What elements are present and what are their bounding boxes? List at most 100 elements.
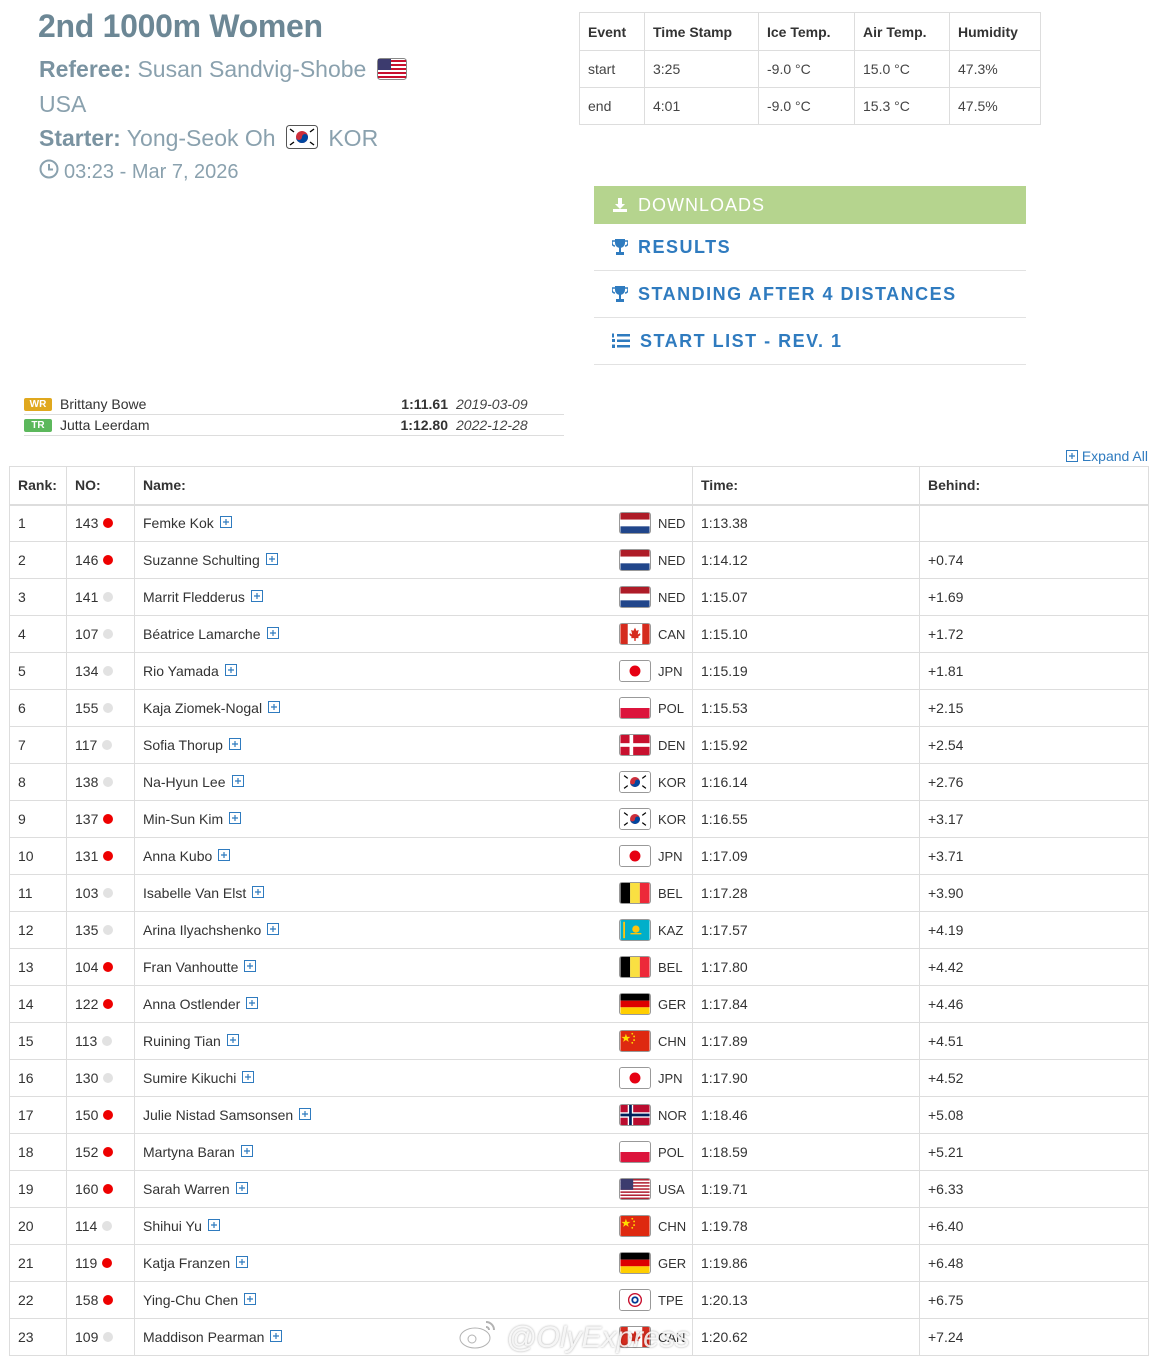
expand-plus-icon[interactable]	[218, 848, 231, 864]
skater-name[interactable]: Ruining Tian	[143, 1033, 221, 1049]
nation-code: KAZ	[658, 922, 684, 938]
skater-name[interactable]: Rio Yamada	[143, 663, 219, 679]
skater-name[interactable]: Suzanne Schulting	[143, 552, 260, 568]
expand-plus-icon[interactable]	[252, 885, 265, 901]
nation-code: DEN	[658, 737, 686, 753]
skater-name[interactable]: Béatrice Lamarche	[143, 626, 261, 642]
expand-plus-icon[interactable]	[265, 552, 278, 568]
expand-plus-icon[interactable]	[229, 811, 242, 827]
conditions-cell: -9.0 °C	[758, 50, 855, 88]
number-cell: 150	[66, 1096, 135, 1134]
name-cell: Anna Kubo JPN	[134, 837, 693, 875]
expand-plus-icon[interactable]	[266, 626, 279, 642]
behind-header: Behind:	[919, 466, 1149, 506]
rank-cell: 23	[9, 1318, 67, 1356]
skater-name[interactable]: Marrit Fledderus	[143, 589, 245, 605]
number-cell: 143	[66, 504, 135, 542]
skater-name[interactable]: Na-Hyun Lee	[143, 774, 226, 790]
expand-plus-icon[interactable]	[228, 737, 241, 753]
expand-plus-icon[interactable]	[244, 959, 257, 975]
rank-cell: 1	[9, 504, 67, 542]
expand-plus-icon[interactable]	[267, 922, 280, 938]
standing-link[interactable]: STANDING AFTER 4 DISTANCES	[594, 271, 1026, 318]
bib-number: 122	[75, 996, 99, 1012]
skater-name[interactable]: Isabelle Van Elst	[143, 885, 246, 901]
result-row: 12 135 Arina Ilyachshenko KAZ 1:17.57 +4.19	[9, 911, 1149, 949]
skater-name[interactable]: Shihui Yu	[143, 1218, 202, 1234]
ordered-list-icon	[612, 333, 630, 348]
behind-cell: +5.21	[919, 1133, 1149, 1171]
expand-plus-icon[interactable]	[244, 1292, 257, 1308]
expand-plus-icon[interactable]	[231, 774, 244, 790]
expand-plus-icon[interactable]	[236, 1255, 249, 1271]
time-cell: 1:19.86	[692, 1244, 920, 1282]
downloads-link[interactable]: DOWNLOADS	[594, 186, 1026, 224]
skater-name[interactable]: Min-Sun Kim	[143, 811, 223, 827]
start-list-link[interactable]: START LIST - REV. 1	[594, 318, 1026, 365]
expand-plus-icon[interactable]	[270, 1329, 283, 1345]
clock-icon	[39, 159, 59, 185]
no-header: NO:	[66, 466, 135, 506]
expand-plus-icon[interactable]	[207, 1218, 220, 1234]
name-cell: Ruining Tian CHN	[134, 1022, 693, 1060]
skater-name[interactable]: Femke Kok	[143, 515, 214, 531]
red-lane-dot-icon	[103, 1147, 114, 1157]
name-cell: Shihui Yu CHN	[134, 1207, 693, 1245]
expand-plus-icon[interactable]	[240, 1144, 253, 1160]
expand-all-link[interactable]: Expand All	[1065, 448, 1148, 464]
pol-flag-icon	[619, 1141, 651, 1163]
time-cell: 1:15.10	[692, 615, 920, 653]
result-row: 21 119 Katja Franzen GER 1:19.86 +6.48	[9, 1244, 1149, 1282]
skater-name[interactable]: Arina Ilyachshenko	[143, 922, 261, 938]
time-cell: 1:17.89	[692, 1022, 920, 1060]
bib-number: 155	[75, 700, 99, 716]
expand-plus-icon[interactable]	[226, 1033, 239, 1049]
nation-code: KOR	[658, 811, 687, 827]
chn-flag-icon	[619, 1030, 651, 1052]
expand-plus-icon[interactable]	[268, 700, 281, 716]
conditions-header: Time Stamp	[644, 12, 759, 51]
number-cell: 107	[66, 615, 135, 653]
starter-label: Starter:	[39, 125, 121, 151]
skater-name[interactable]: Martyna Baran	[143, 1144, 235, 1160]
nation-code: NED	[658, 515, 686, 531]
skater-name[interactable]: Kaja Ziomek-Nogal	[143, 700, 262, 716]
skater-name[interactable]: Julie Nistad Samsonsen	[143, 1107, 293, 1123]
watermark-text: @OlyExpress	[506, 1321, 690, 1354]
expand-plus-icon[interactable]	[250, 589, 263, 605]
number-cell: 137	[66, 800, 135, 838]
skater-name[interactable]: Sumire Kikuchi	[143, 1070, 236, 1086]
expand-plus-icon[interactable]	[224, 663, 237, 679]
skater-name[interactable]: Anna Ostlender	[143, 996, 240, 1012]
skater-name[interactable]: Ying-Chu Chen	[143, 1292, 238, 1308]
results-link[interactable]: RESULTS	[594, 224, 1026, 271]
behind-cell: +4.52	[919, 1059, 1149, 1097]
watermark: @OlyExpress	[458, 1318, 690, 1358]
document-links: DOWNLOADS RESULTS STANDING AFTER 4 DISTA…	[594, 186, 1026, 365]
expand-plus-icon[interactable]	[242, 1070, 255, 1086]
result-row: 1 143 Femke Kok NED 1:13.38	[9, 504, 1149, 542]
skater-name[interactable]: Anna Kubo	[143, 848, 212, 864]
name-cell: Anna Ostlender GER	[134, 985, 693, 1023]
expand-plus-icon[interactable]	[235, 1181, 248, 1197]
skater-name[interactable]: Sarah Warren	[143, 1181, 230, 1197]
name-cell: Fran Vanhoutte BEL	[134, 948, 693, 986]
rank-cell: 21	[9, 1244, 67, 1282]
nation-code: POL	[658, 1144, 685, 1160]
skater-name[interactable]: Katja Franzen	[143, 1255, 230, 1271]
skater-name[interactable]: Maddison Pearman	[143, 1329, 264, 1345]
expand-plus-icon[interactable]	[299, 1107, 312, 1123]
skater-name[interactable]: Fran Vanhoutte	[143, 959, 238, 975]
jpn-flag-icon	[619, 1067, 651, 1089]
expand-plus-icon[interactable]	[219, 515, 232, 531]
skater-name[interactable]: Sofia Thorup	[143, 737, 223, 753]
result-row: 14 122 Anna Ostlender GER 1:17.84 +4.46	[9, 985, 1149, 1023]
bib-number: 152	[75, 1144, 99, 1160]
red-lane-dot-icon	[103, 851, 114, 861]
referee-country: USA	[39, 91, 87, 117]
result-row: 2 146 Suzanne Schulting NED 1:14.12 +0.74	[9, 541, 1149, 579]
expand-plus-icon[interactable]	[246, 996, 259, 1012]
datetime-text: 03:23 - Mar 7, 2026	[64, 160, 239, 183]
conditions-cell: 47.3%	[949, 50, 1041, 88]
number-cell: 141	[66, 578, 135, 616]
